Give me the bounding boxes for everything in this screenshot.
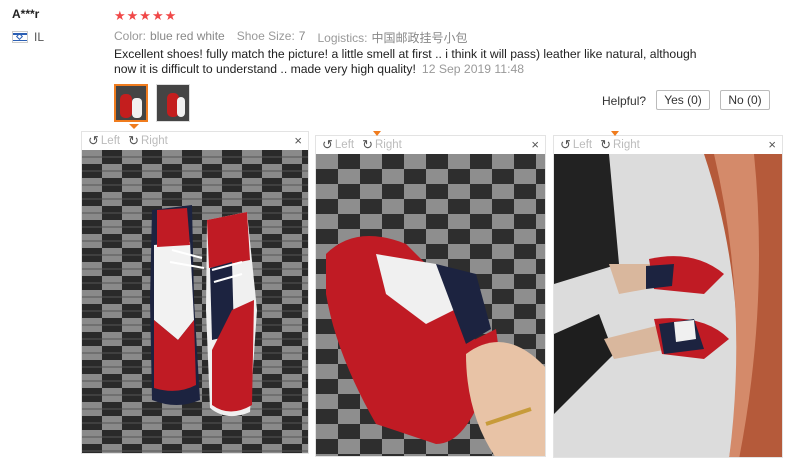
rotate-left-button[interactable]: Left [335,139,354,151]
photo-thumbnail-2[interactable] [156,84,190,122]
photo-toolbar: ↺ Left ↻ Right × [554,136,782,153]
photo-toolbar: ↺ Left ↻ Right × [316,136,545,153]
review-attributes: Color: blue red white Shoe Size: 7 Logisti… [114,29,468,46]
close-icon[interactable]: × [294,133,302,148]
review-photo-2 [316,154,545,456]
rotate-right-icon[interactable]: ↻ [128,133,139,149]
helpful-yes-button[interactable]: Yes (0) [656,90,710,110]
attr-color: Color: blue red white [114,29,225,43]
rotate-right-button[interactable]: Right [141,135,168,147]
close-icon[interactable]: × [531,137,539,152]
rotate-left-button[interactable]: Left [101,135,120,147]
rotate-left-icon[interactable]: ↺ [88,133,99,149]
rotate-right-button[interactable]: Right [375,139,402,151]
review-photo-1 [82,150,308,453]
helpful-no-button[interactable]: No (0) [720,90,770,110]
rotate-left-button[interactable]: Left [573,139,592,151]
active-thumbnail-caret [129,124,139,129]
helpful-label: Helpful? [602,94,647,108]
review-body: Excellent shoes! fully match the picture… [114,47,697,76]
rotate-right-icon[interactable]: ↻ [362,137,373,153]
rotate-right-button[interactable]: Right [613,139,640,151]
photo-viewer-1: ↺ Left ↻ Right × [81,131,309,454]
rotate-left-icon[interactable]: ↺ [560,137,571,153]
photo-thumbnails [114,84,190,122]
photo-viewer-2: ↺ Left ↻ Right × [315,131,546,457]
rotate-right-icon[interactable]: ↻ [600,137,611,153]
reviewer-name: A***r [12,7,40,21]
review-date: 12 Sep 2019 11:48 [421,62,525,76]
photo-toolbar: ↺ Left ↻ Right × [82,132,308,149]
country-code: IL [34,30,45,44]
attr-logistics: Logistics: 中国邮政挂号小包 [317,31,468,45]
photo-thumbnail-1[interactable] [114,84,148,122]
rating-stars: ★★★★★ [114,8,178,23]
israel-flag-icon [12,31,28,43]
rotate-left-icon[interactable]: ↺ [322,137,333,153]
review-text: Excellent shoes! fully match the picture… [114,47,714,77]
review-photo-3 [554,154,782,457]
reviewer-country: IL [12,30,44,44]
photo-viewer-3: ↺ Left ↻ Right × [553,131,783,458]
attr-shoe-size: Shoe Size: 7 [236,29,306,43]
close-icon[interactable]: × [768,137,776,152]
